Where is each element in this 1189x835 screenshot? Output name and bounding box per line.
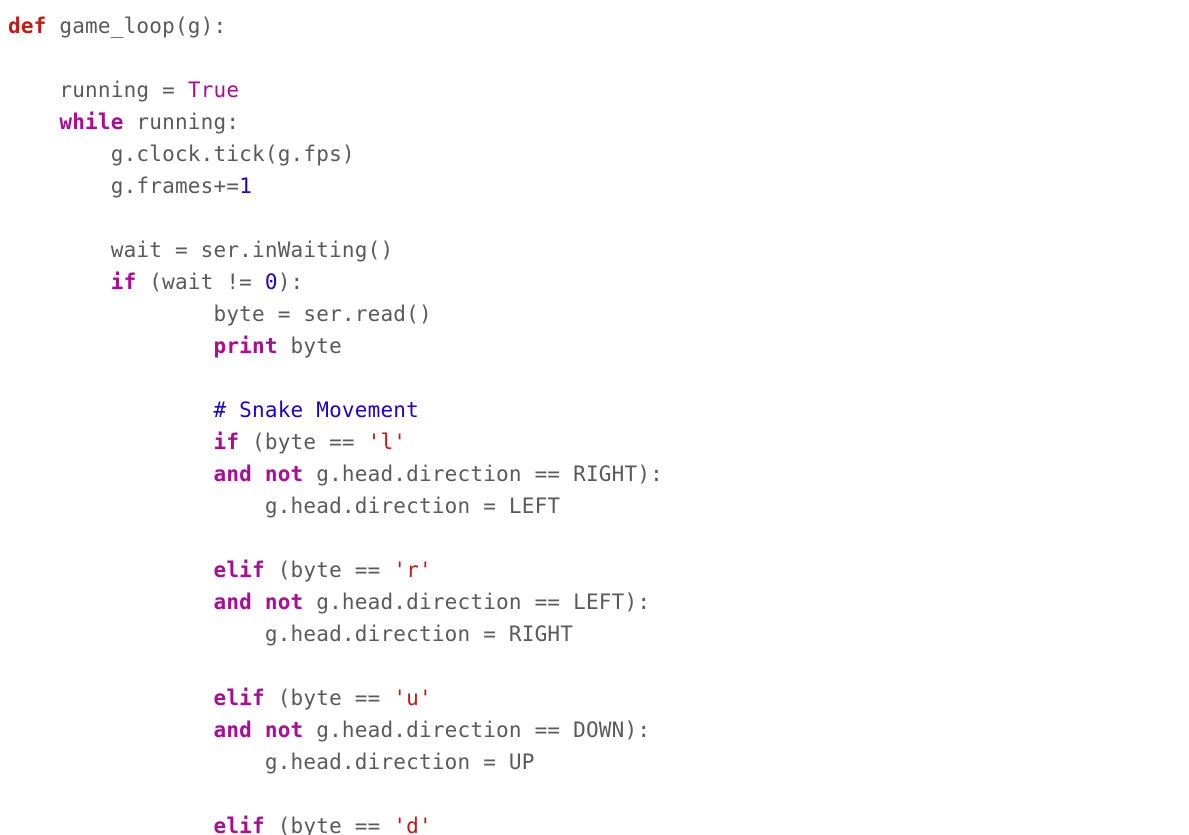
keyword-not: not	[265, 462, 304, 486]
code-text: (g):	[175, 14, 226, 38]
keyword-print: print	[214, 334, 278, 358]
code-text: running:	[124, 110, 240, 134]
code-text	[252, 462, 265, 486]
keyword-if: if	[111, 270, 137, 294]
keyword-not: not	[265, 718, 304, 742]
keyword-elif: elif	[214, 814, 265, 835]
code-text: running =	[59, 78, 187, 102]
keyword-if: if	[214, 430, 240, 454]
code-text: g.head.direction == RIGHT):	[303, 462, 663, 486]
code-text	[47, 14, 60, 38]
keyword-while: while	[59, 110, 123, 134]
code-text: g.head.direction = LEFT	[265, 494, 560, 518]
code-text: byte	[278, 334, 342, 358]
number-literal: 0	[265, 270, 278, 294]
code-text: g.frames+=	[111, 174, 239, 198]
keyword-and: and	[214, 718, 253, 742]
code-text: (byte ==	[265, 814, 393, 835]
code-text	[252, 718, 265, 742]
code-text: g.head.direction == DOWN):	[303, 718, 650, 742]
keyword-true: True	[188, 78, 239, 102]
keyword-and: and	[214, 462, 253, 486]
string-literal: 'r'	[393, 558, 432, 582]
code-block: def game_loop(g): running = True while r…	[0, 0, 1189, 835]
code-text: (byte ==	[265, 686, 393, 710]
number-literal: 1	[239, 174, 252, 198]
keyword-not: not	[265, 590, 304, 614]
code-text: (byte ==	[265, 558, 393, 582]
keyword-elif: elif	[214, 558, 265, 582]
code-text: g.head.direction == LEFT):	[303, 590, 650, 614]
string-literal: 'l'	[368, 430, 407, 454]
string-literal: 'u'	[393, 686, 432, 710]
code-text: g.head.direction = RIGHT	[265, 622, 573, 646]
function-name: game_loop	[59, 14, 175, 38]
code-text: g.head.direction = UP	[265, 750, 535, 774]
comment: # Snake Movement	[214, 398, 420, 422]
string-literal: 'd'	[393, 814, 432, 835]
code-text: byte = ser.read()	[214, 302, 432, 326]
code-text: (byte ==	[239, 430, 367, 454]
keyword-and: and	[214, 590, 253, 614]
code-text: ):	[278, 270, 304, 294]
code-text: wait = ser.inWaiting()	[111, 238, 394, 262]
keyword-elif: elif	[214, 686, 265, 710]
code-text: (wait !=	[136, 270, 264, 294]
keyword-def: def	[8, 14, 47, 38]
code-text: g.clock.tick(g.fps)	[111, 142, 355, 166]
code-text	[252, 590, 265, 614]
